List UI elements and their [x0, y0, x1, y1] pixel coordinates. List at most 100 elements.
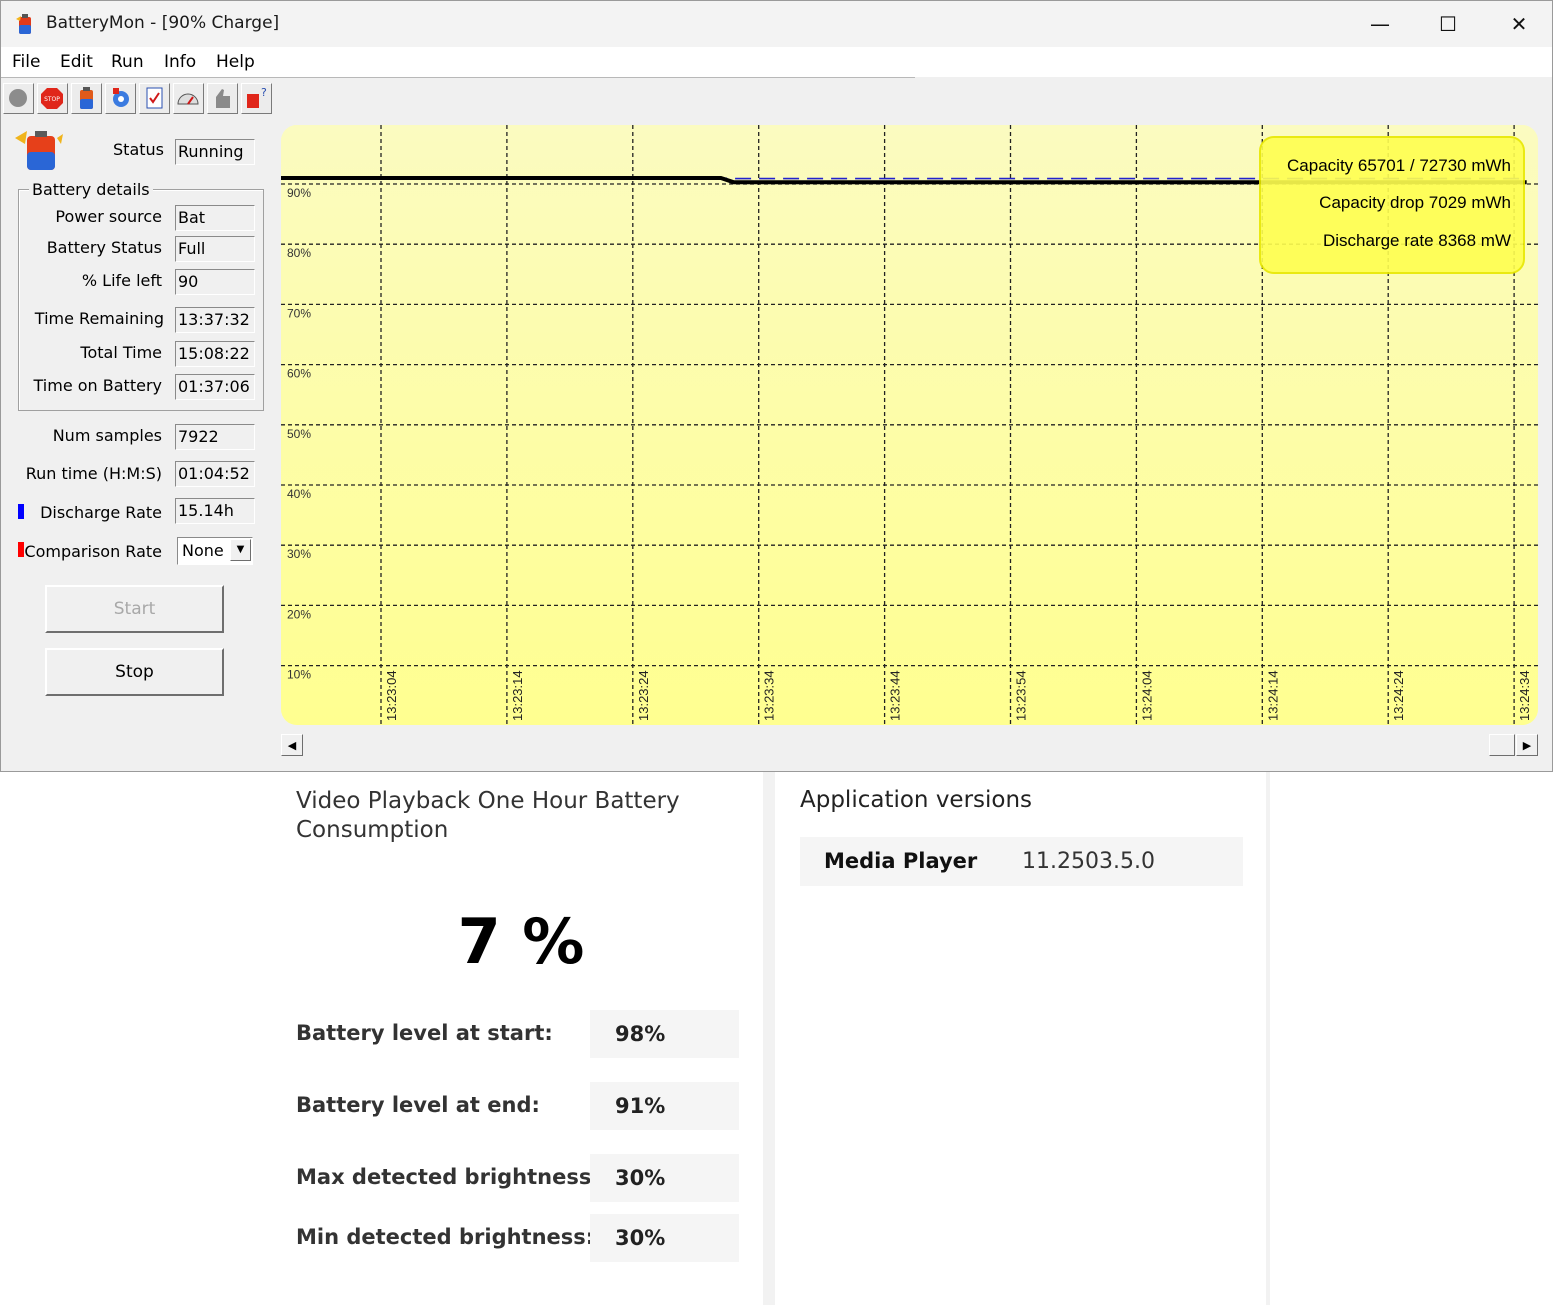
battery-status-label: Battery Status [46, 238, 162, 257]
x-tick-label: 13:24:34 [1517, 670, 1532, 721]
scroll-left-arrow-icon[interactable]: ◀ [281, 734, 303, 756]
start-button[interactable]: Start [45, 585, 224, 633]
total-time-field: 15:08:22 [175, 341, 255, 367]
chart-annotation-capacity-drop: Capacity drop 7029 mWh [1319, 193, 1511, 212]
battery-consumption-result: 7 % [457, 905, 585, 978]
close-button[interactable]: ✕ [1485, 1, 1552, 47]
x-tick-label: 13:24:24 [1391, 670, 1406, 721]
time-on-battery-label: Time on Battery [33, 376, 162, 395]
battery-details-title: Battery details [29, 180, 153, 199]
battery-end-label: Battery level at end: [296, 1093, 540, 1117]
menu-help[interactable]: Help [216, 52, 255, 72]
menu-info[interactable]: Info [164, 52, 196, 72]
num-samples-field: 7922 [175, 424, 255, 450]
column-divider-right [1266, 772, 1270, 1305]
max-brightness-value: 30% [590, 1154, 739, 1202]
y-tick-label: 30% [287, 547, 311, 561]
y-tick-label: 20% [287, 607, 311, 621]
report-title: Video Playback One Hour Battery Consumpt… [296, 788, 680, 843]
chart-horizontal-scrollbar[interactable]: ◀ ▶ [281, 734, 1539, 758]
x-tick-label: 13:23:24 [636, 670, 651, 721]
total-time-label: Total Time [80, 343, 162, 362]
thumbs-up-icon [216, 89, 230, 108]
run-time-label: Run time (H:M:S) [25, 464, 162, 483]
application-name: Media Player [824, 849, 978, 873]
record-button[interactable] [3, 83, 34, 114]
battery-icon [80, 87, 93, 109]
battery-status-icon [15, 131, 63, 170]
checklist-icon [146, 87, 163, 109]
battery-end-value: 91% [590, 1082, 739, 1130]
num-samples-label: Num samples [52, 426, 162, 445]
life-left-label: % Life left [81, 271, 162, 290]
stop-button[interactable]: Stop [45, 648, 224, 696]
discharge-rate-field: 15.14h [175, 498, 255, 524]
title-bar[interactable]: BatteryMon - [90% Charge] — ☐ ✕ [1, 1, 1552, 47]
record-icon [9, 89, 27, 107]
power-source-label: Power source [55, 207, 162, 226]
x-tick-label: 13:23:44 [888, 670, 903, 721]
battery-toolbar-button[interactable] [71, 83, 102, 114]
menu-file[interactable]: File [12, 52, 40, 72]
gauge-toolbar-button[interactable] [173, 83, 204, 114]
chart-annotation-capacity: Capacity 65701 / 72730 mWh [1287, 156, 1511, 175]
column-divider-left [763, 772, 775, 1305]
comparison-rate-color-swatch [18, 542, 24, 557]
thumbs-up-toolbar-button[interactable] [207, 83, 238, 114]
application-versions-title: Application versions [800, 787, 1033, 813]
comparison-rate-select[interactable]: None ▼ [177, 537, 253, 565]
x-tick-label: 13:23:54 [1014, 670, 1029, 721]
status-label: Status [113, 140, 164, 159]
stop-toolbar-button[interactable]: STOP [37, 83, 68, 114]
battery-start-value: 98% [590, 1010, 739, 1058]
batterymon-app-icon [16, 14, 31, 34]
scroll-right-arrow-icon[interactable]: ▶ [1516, 734, 1538, 756]
comparison-rate-value: None [182, 541, 224, 560]
x-tick-label: 13:23:34 [762, 670, 777, 721]
y-tick-label: 40% [287, 487, 311, 501]
scroll-thumb[interactable] [1489, 734, 1515, 756]
x-tick-label: 13:23:04 [384, 670, 399, 721]
discharge-rate-label: Discharge Rate [40, 503, 162, 522]
x-tick-label: 13:24:14 [1265, 670, 1280, 721]
window-title: BatteryMon - [90% Charge] [46, 13, 280, 33]
stop-icon: STOP [41, 88, 63, 109]
checklist-toolbar-button[interactable] [139, 83, 170, 114]
time-on-battery-field: 01:37:06 [175, 374, 255, 400]
battery-status-field: Full [175, 236, 255, 262]
y-tick-label: 80% [287, 246, 311, 260]
battery-chart-svg: 90% 80% 70% 60% 50% 40% 30% 20% 10% 13:23:04 13:2… [281, 125, 1538, 725]
min-brightness-value: 30% [590, 1214, 739, 1262]
y-tick-label: 60% [287, 367, 311, 381]
batterymon-window: BatteryMon - [90% Charge] — ☐ ✕ File Edi… [0, 0, 1553, 772]
chart-annotation-discharge-rate: Discharge rate 8368 mW [1323, 231, 1511, 250]
gauge-icon [177, 93, 199, 105]
battery-chart: 90% 80% 70% 60% 50% 40% 30% 20% 10% 13:23:04 13:2… [281, 125, 1538, 725]
menu-run[interactable]: Run [111, 52, 144, 72]
help-icon: ? [247, 86, 267, 108]
menu-bar: File Edit Run Info Help [1, 47, 915, 78]
life-left-field: 90 [175, 269, 255, 295]
max-brightness-label: Max detected brightness: [296, 1165, 600, 1189]
battery-start-label: Battery level at start: [296, 1021, 553, 1045]
comparison-rate-label: Comparison Rate [24, 542, 162, 561]
application-version-row: Media Player 11.2503.5.0 [800, 837, 1243, 886]
y-tick-label: 50% [287, 427, 311, 441]
x-tick-label: 13:23:14 [510, 670, 525, 721]
settings-toolbar-button[interactable] [105, 83, 136, 114]
dropdown-arrow-icon[interactable]: ▼ [230, 539, 251, 561]
status-field: Running [175, 139, 255, 165]
y-tick-label: 90% [287, 186, 311, 200]
run-time-field: 01:04:52 [175, 461, 255, 487]
maximize-button[interactable]: ☐ [1414, 1, 1482, 47]
power-source-field: Bat [175, 205, 255, 231]
help-toolbar-button[interactable]: ? [241, 83, 272, 114]
discharge-rate-color-swatch [18, 504, 24, 519]
minimize-button[interactable]: — [1346, 1, 1414, 47]
x-tick-label: 13:24:04 [1139, 670, 1154, 721]
svg-text:?: ? [261, 86, 267, 99]
min-brightness-label: Min detected brightness: [296, 1225, 595, 1249]
settings-icon [113, 88, 129, 107]
menu-bar-filler [915, 47, 1552, 77]
menu-edit[interactable]: Edit [60, 52, 93, 72]
